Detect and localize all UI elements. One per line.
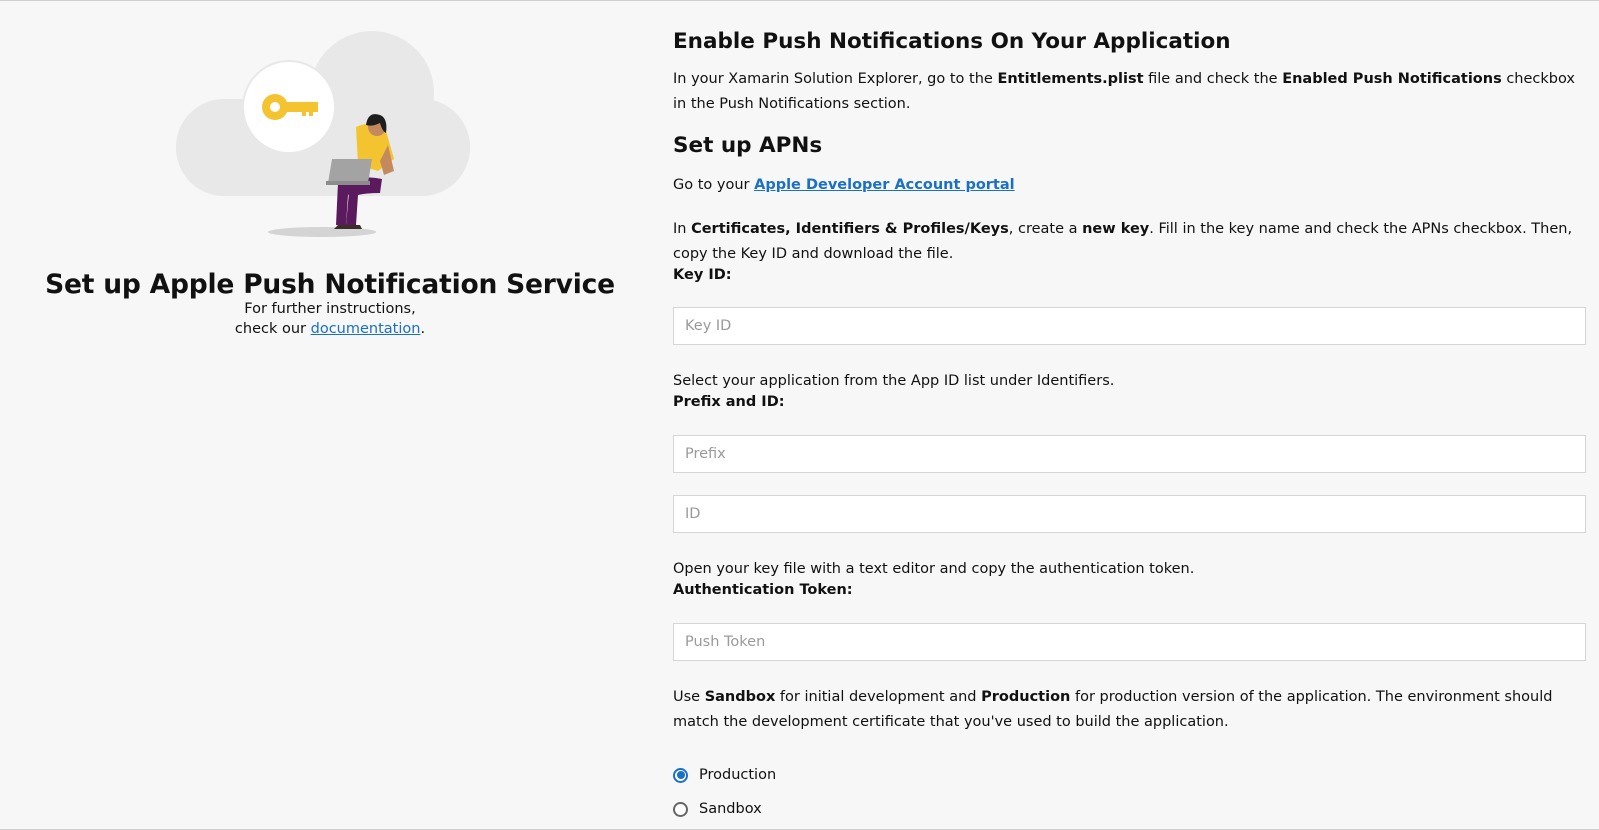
sandbox-radio-option[interactable]: Sandbox <box>673 801 762 817</box>
id-input[interactable] <box>673 495 1586 533</box>
env-bold-production: Production <box>981 689 1071 705</box>
sandbox-radio[interactable] <box>673 801 688 817</box>
key-id-label: Key ID: <box>673 267 732 283</box>
setup-apns-heading: Set up APNs <box>673 133 823 158</box>
enable-text-1: In your Xamarin Solution Explorer, go to… <box>673 71 998 87</box>
instructions-prefix: check our <box>234 321 311 337</box>
instructions-line-2: check our documentation. <box>0 319 660 339</box>
enable-push-heading: Enable Push Notifications On Your Applic… <box>673 29 1231 54</box>
push-token-input[interactable] <box>673 623 1586 661</box>
environment-text: Use Sandbox for initial development and … <box>673 685 1588 735</box>
documentation-link[interactable]: documentation <box>311 321 421 337</box>
instructions-suffix: . <box>420 321 426 337</box>
entitlements-file-name: Entitlements.plist <box>997 71 1144 87</box>
prefix-id-label: Prefix and ID: <box>673 394 785 410</box>
open-key-text: Open your key file with a text editor an… <box>673 561 1195 577</box>
key-id-input[interactable] <box>673 307 1586 345</box>
goto-prefix: Go to your <box>673 177 755 193</box>
apns-illustration <box>176 31 470 237</box>
sandbox-radio-label: Sandbox <box>699 801 762 817</box>
page-title: Set up Apple Push Notification Service <box>45 269 615 300</box>
env-text-1: Use <box>673 689 705 705</box>
page: Set up Apple Push Notification Service F… <box>0 0 1599 830</box>
certificates-text: In Certificates, Identifiers & Profiles/… <box>673 217 1588 267</box>
instructions-text: For further instructions, check our docu… <box>0 299 660 339</box>
enable-push-text: In your Xamarin Solution Explorer, go to… <box>673 67 1588 117</box>
certs-bold-1: Certificates, Identifiers & Profiles/Key… <box>691 221 1009 237</box>
certs-text-1: In <box>673 221 692 237</box>
production-radio[interactable] <box>673 767 688 783</box>
certs-text-2: , create a <box>1008 221 1083 237</box>
production-radio-option[interactable]: Production <box>673 767 776 783</box>
left-panel: Set up Apple Push Notification Service F… <box>0 1 660 830</box>
apple-developer-portal-link[interactable]: Apple Developer Account portal <box>754 177 1015 193</box>
instructions-line-1: For further instructions, <box>244 301 416 317</box>
auth-token-label: Authentication Token: <box>673 582 853 598</box>
goto-portal-text: Go to your Apple Developer Account porta… <box>673 173 1588 198</box>
prefix-input[interactable] <box>673 435 1586 473</box>
certs-bold-2: new key <box>1082 221 1150 237</box>
enable-text-2: file and check the <box>1143 71 1283 87</box>
select-app-text: Select your application from the App ID … <box>673 373 1115 389</box>
enabled-push-checkbox-name: Enabled Push Notifications <box>1282 71 1502 87</box>
production-radio-label: Production <box>699 767 777 783</box>
env-text-2: for initial development and <box>775 689 982 705</box>
env-bold-sandbox: Sandbox <box>704 689 776 705</box>
